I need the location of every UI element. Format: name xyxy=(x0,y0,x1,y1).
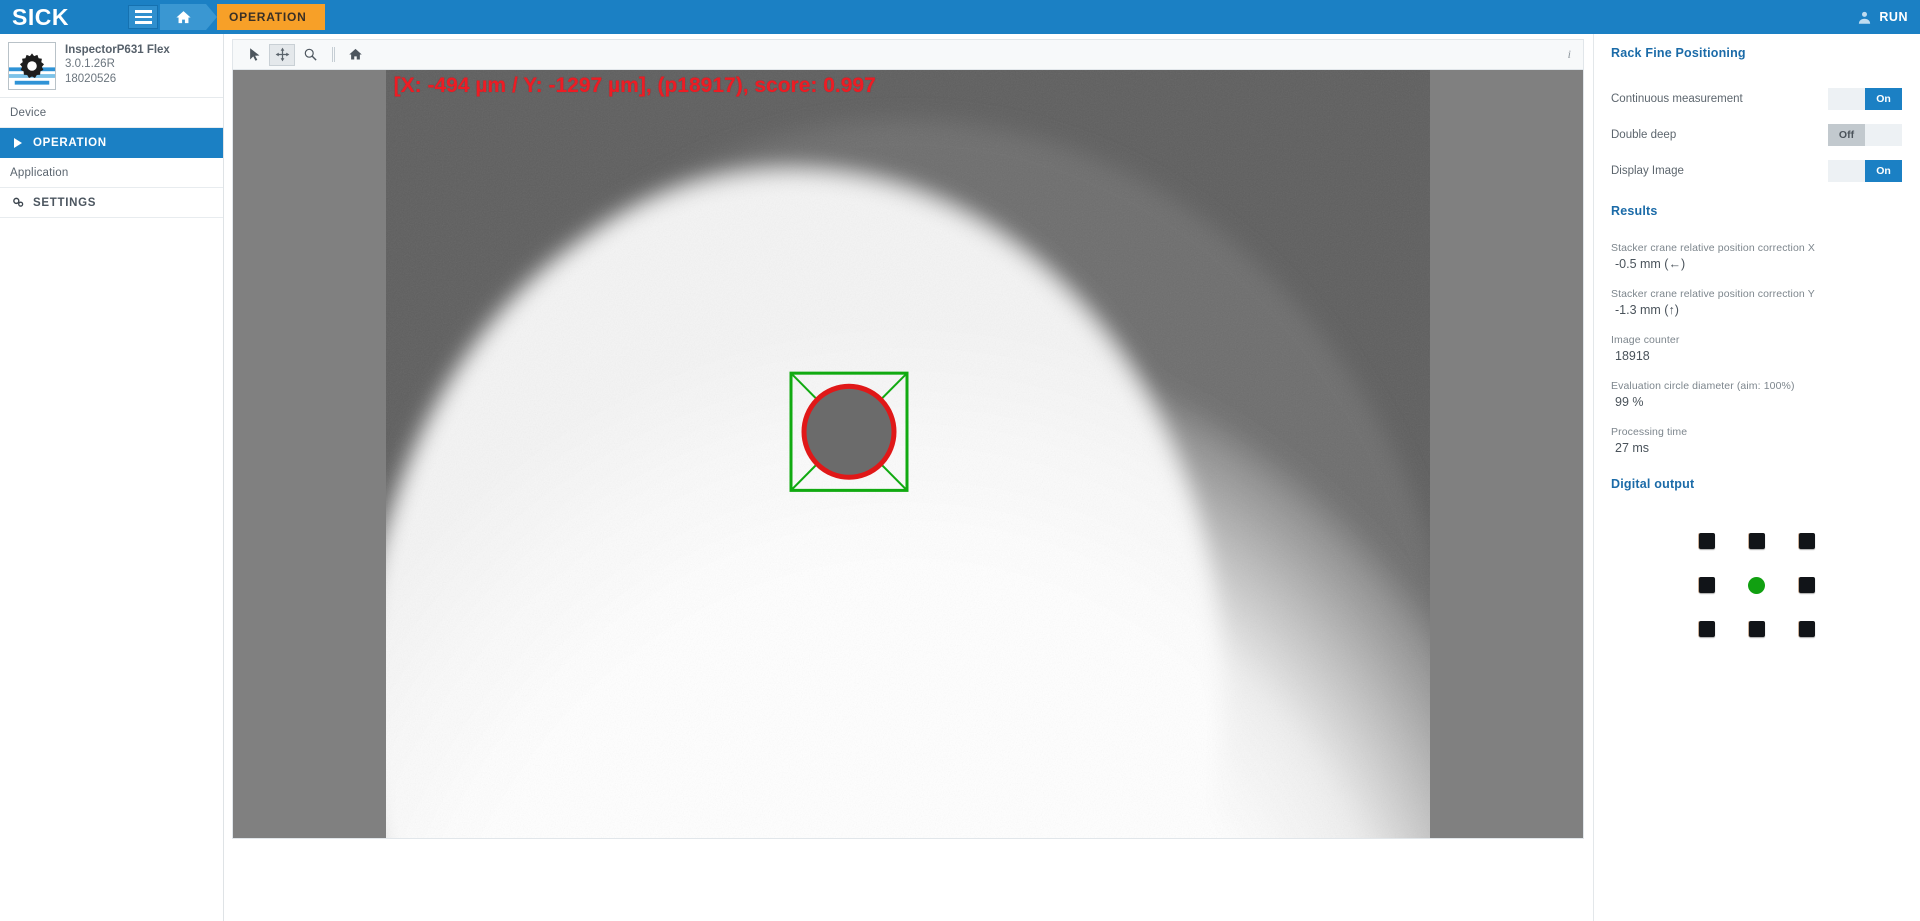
device-thumbnail xyxy=(8,42,56,90)
gear-icon xyxy=(20,53,44,78)
result-label: Stacker crane relative position correcti… xyxy=(1611,242,1815,254)
switch-state-label: Off xyxy=(1828,124,1865,146)
measurement-overlay-text: [X: -494 µm / Y: -1297 µm], (p18917), sc… xyxy=(393,74,876,97)
digital-output-led xyxy=(1782,621,1832,637)
user-mode-button[interactable]: RUN xyxy=(1857,10,1920,25)
user-mode-label: RUN xyxy=(1879,10,1908,24)
breadcrumb-arrow-icon xyxy=(206,4,217,30)
sick-logo: SICK xyxy=(12,3,69,30)
result-item: Processing time 27 ms xyxy=(1611,426,1902,455)
toggle-switch[interactable]: On xyxy=(1828,160,1902,182)
device-meta: InspectorP631 Flex 3.0.1.26R 18020526 xyxy=(56,42,170,86)
result-label: Stacker crane relative position correcti… xyxy=(1611,288,1815,300)
play-icon xyxy=(10,137,26,148)
result-item: Stacker crane relative position correcti… xyxy=(1611,288,1902,317)
home-icon[interactable] xyxy=(160,4,206,30)
breadcrumb: OPERATION xyxy=(206,4,325,30)
image-viewer: i [X: -494 µm / Y: -1297 µm], (p18917), … xyxy=(232,39,1584,839)
user-icon xyxy=(1859,11,1871,24)
digital-output-led xyxy=(1682,533,1732,549)
digital-output-led-active xyxy=(1732,576,1782,594)
device-card[interactable]: InspectorP631 Flex 3.0.1.26R 18020526 xyxy=(0,34,223,98)
home-icon[interactable] xyxy=(342,44,368,66)
sidebar-item-label: SETTINGS xyxy=(33,196,97,209)
gears-icon xyxy=(10,196,26,209)
toggle-display-image[interactable]: Display Image On xyxy=(1611,160,1902,182)
result-label: Evaluation circle diameter (aim: 100%) xyxy=(1611,380,1795,392)
result-item: Image counter 18918 xyxy=(1611,334,1902,363)
switch-right-half xyxy=(1865,124,1902,146)
magnifier-icon[interactable] xyxy=(297,44,323,66)
result-value: 99 % xyxy=(1615,395,1644,409)
top-bar: SICK OPERATION RUN xyxy=(0,0,1920,34)
device-name: InspectorP631 Flex xyxy=(65,44,170,56)
camera-frame xyxy=(233,70,1583,838)
switch-state-label: On xyxy=(1865,88,1902,110)
switch-left-half xyxy=(1828,160,1865,182)
camera-image xyxy=(233,70,1583,838)
device-version: 3.0.1.26R xyxy=(65,58,115,71)
result-label: Image counter xyxy=(1611,334,1680,346)
right-panel: Rack Fine Positioning Continuous measure… xyxy=(1595,34,1920,921)
letterbox-right xyxy=(1430,70,1583,838)
sidebar-item-operation[interactable]: OPERATION xyxy=(0,128,223,158)
sidebar-item-device[interactable]: Device xyxy=(0,98,223,128)
digital-output-led xyxy=(1682,621,1732,637)
toggle-label: Display Image xyxy=(1611,165,1684,177)
move-cross-icon[interactable] xyxy=(269,43,295,66)
result-value: 18918 xyxy=(1615,349,1650,363)
digital-output-led xyxy=(1782,577,1832,593)
breadcrumb-item-operation[interactable]: OPERATION xyxy=(217,4,325,30)
digital-output-title: Digital output xyxy=(1611,477,1695,491)
sidebar-item-application[interactable]: Application xyxy=(0,158,223,188)
digital-output-led xyxy=(1682,577,1732,593)
device-serial: 18020526 xyxy=(65,72,117,85)
sidebar-item-label: Device xyxy=(10,106,47,119)
cursor-arrow-icon[interactable] xyxy=(241,44,267,66)
digital-output-led xyxy=(1732,621,1782,637)
switch-left-half xyxy=(1828,88,1865,110)
center-panel: i [X: -494 µm / Y: -1297 µm], (p18917), … xyxy=(224,34,1594,921)
image-canvas[interactable]: [X: -494 µm / Y: -1297 µm], (p18917), sc… xyxy=(233,70,1583,838)
letterbox-left xyxy=(233,70,386,838)
result-value: -1.3 mm (↑) xyxy=(1615,303,1679,317)
toggle-continuous-measurement[interactable]: Continuous measurement On xyxy=(1611,88,1902,110)
toggle-label: Double deep xyxy=(1611,129,1677,141)
digital-output-grid xyxy=(1611,519,1902,651)
results-title: Results xyxy=(1611,204,1658,218)
sidebar-item-label: OPERATION xyxy=(33,136,107,149)
hamburger-icon[interactable] xyxy=(128,5,158,29)
info-icon[interactable]: i xyxy=(1568,47,1571,62)
switch-state-label: On xyxy=(1865,160,1902,182)
result-label: Processing time xyxy=(1611,426,1688,438)
sidebar-item-settings[interactable]: SETTINGS xyxy=(0,188,223,218)
panel-title: Rack Fine Positioning xyxy=(1611,46,1746,60)
result-value: -0.5 mm (←) xyxy=(1615,257,1686,271)
toggle-switch[interactable]: Off xyxy=(1828,124,1902,146)
result-item: Stacker crane relative position correcti… xyxy=(1611,242,1902,271)
toggle-double-deep[interactable]: Double deep Off xyxy=(1611,124,1902,146)
sidebar-item-label: Application xyxy=(10,166,69,179)
sidebar: InspectorP631 Flex 3.0.1.26R 18020526 De… xyxy=(0,34,224,921)
viewer-toolbar: i xyxy=(233,40,1583,70)
toggle-label: Continuous measurement xyxy=(1611,93,1743,105)
toggle-switch[interactable]: On xyxy=(1828,88,1902,110)
toolbar-separator xyxy=(332,47,335,62)
digital-output-led xyxy=(1732,533,1782,549)
digital-output-led xyxy=(1782,533,1832,549)
result-item: Evaluation circle diameter (aim: 100%) 9… xyxy=(1611,380,1902,409)
result-value: 27 ms xyxy=(1615,441,1650,455)
